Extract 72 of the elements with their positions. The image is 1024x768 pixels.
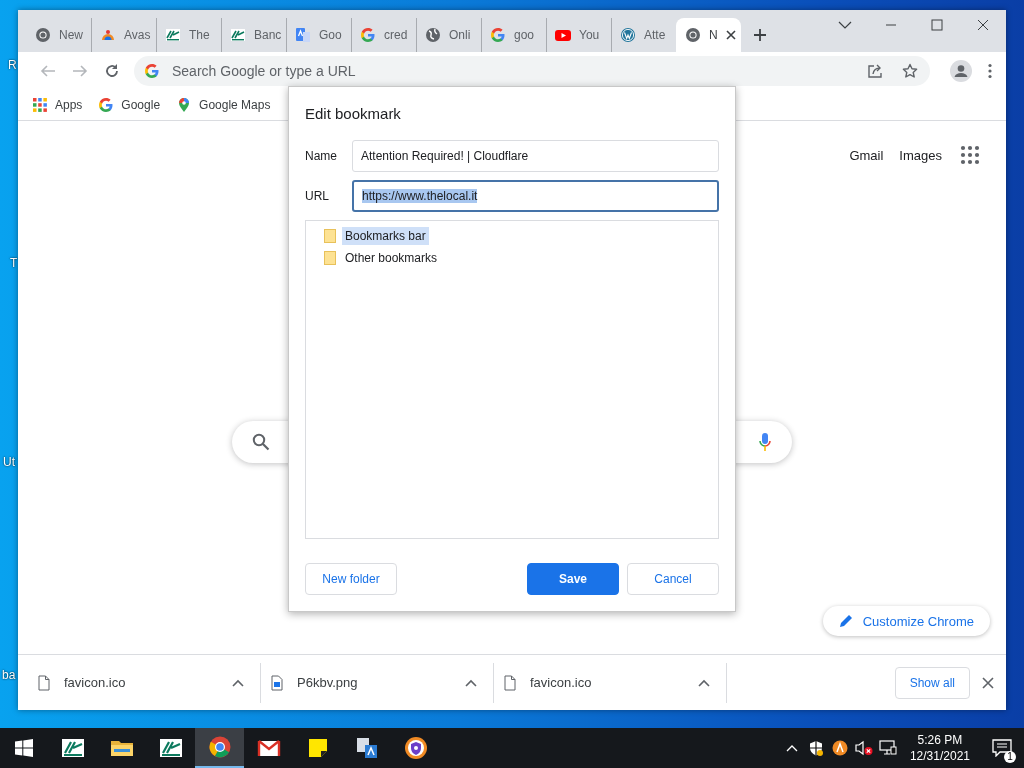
show-all-button[interactable]: Show all [894,666,970,699]
file-name: favicon.ico [530,675,593,690]
apps-grid-icon [32,97,48,113]
clock-time[interactable]: 5:26 PM [917,732,963,748]
search-icon [252,433,270,451]
bookmark-link[interactable]: Google Maps [176,97,271,113]
browser-tab[interactable]: cred [351,18,416,52]
image-file-icon [269,674,285,691]
address-bar[interactable]: Search Google or type a URL [134,56,930,86]
address-input[interactable]: Search Google or type a URL [170,62,854,80]
dialog-button[interactable]: Cancel [627,563,719,595]
caret-up-icon[interactable] [465,678,477,687]
bank-logo-icon [230,27,246,43]
bank-logo-icon [165,27,181,43]
field-label: URL [305,189,330,203]
text-field[interactable]: https://www.thelocal.it [352,180,719,212]
google-icon [490,27,506,43]
taskbar-chrome-icon[interactable] [195,728,244,768]
google-icon [144,63,160,79]
folder-icon [324,229,336,243]
desktop-icon-label[interactable]: ba [2,668,16,682]
google-icon [98,97,115,113]
google-icon [360,27,376,43]
desktop-icon-label[interactable]: R [8,58,17,72]
download-item[interactable]: favicon.ico [494,662,727,703]
browser-tab[interactable]: The [156,18,221,52]
microphone-icon[interactable] [758,432,772,452]
bookmark-link[interactable]: Apps [32,97,83,113]
download-item[interactable]: P6kbv.png [261,662,494,703]
file-name: P6kbv.png [297,675,359,690]
dialog-title: Edit bookmark [305,105,402,122]
rainbow-icon [100,27,116,43]
download-item[interactable]: favicon.ico [28,662,261,703]
dialog-button[interactable]: Save [527,563,619,595]
file-name: favicon.ico [64,675,127,690]
browser-tab[interactable]: Onli [416,18,481,52]
chrome-icon [35,27,51,43]
browser-tab[interactable]: Avas [91,18,156,52]
browser-tab[interactable]: Banc [221,18,286,52]
notification-count: 1 [1004,751,1016,763]
field-label: Name [305,149,338,163]
folder-item[interactable]: Other bookmarks [342,249,441,267]
wordpress-icon [620,27,636,43]
chrome-icon [685,27,701,43]
caret-up-icon[interactable] [698,678,710,687]
desktop-icon-label[interactable]: Ut [3,455,15,469]
header-link[interactable]: Gmail [849,147,884,163]
browser-tab[interactable]: Goo [286,18,351,52]
dialog-button[interactable]: New folder [305,563,397,595]
header-link[interactable]: Images [899,147,942,163]
pencil-icon [838,614,853,628]
new-tab-icon[interactable] [753,28,767,42]
text-field[interactable]: Attention Required! | Cloudflare [352,140,719,172]
folder-item[interactable]: Bookmarks bar [342,227,429,245]
browser-tab[interactable]: New [26,18,91,52]
close-icon[interactable] [725,30,736,40]
apps-grid-icon[interactable] [958,143,982,167]
browser-tab[interactable]: You [546,18,611,52]
clock-date[interactable]: 12/31/2021 [909,748,970,764]
translate-icon [295,27,311,43]
browser-tab[interactable]: goo [481,18,546,52]
file-icon [36,674,52,691]
video-play-icon [555,27,571,43]
desktop-icon-label[interactable]: T [10,256,18,270]
customize-button[interactable]: Customize Chrome [822,606,990,636]
profile-avatar-icon[interactable] [950,60,972,82]
folder-icon [324,251,336,265]
globe-icon [425,27,441,43]
bookmark-link[interactable]: Google [98,97,161,113]
browser-tab[interactable]: N [676,18,741,52]
file-icon [502,674,518,691]
caret-up-icon[interactable] [232,678,244,687]
